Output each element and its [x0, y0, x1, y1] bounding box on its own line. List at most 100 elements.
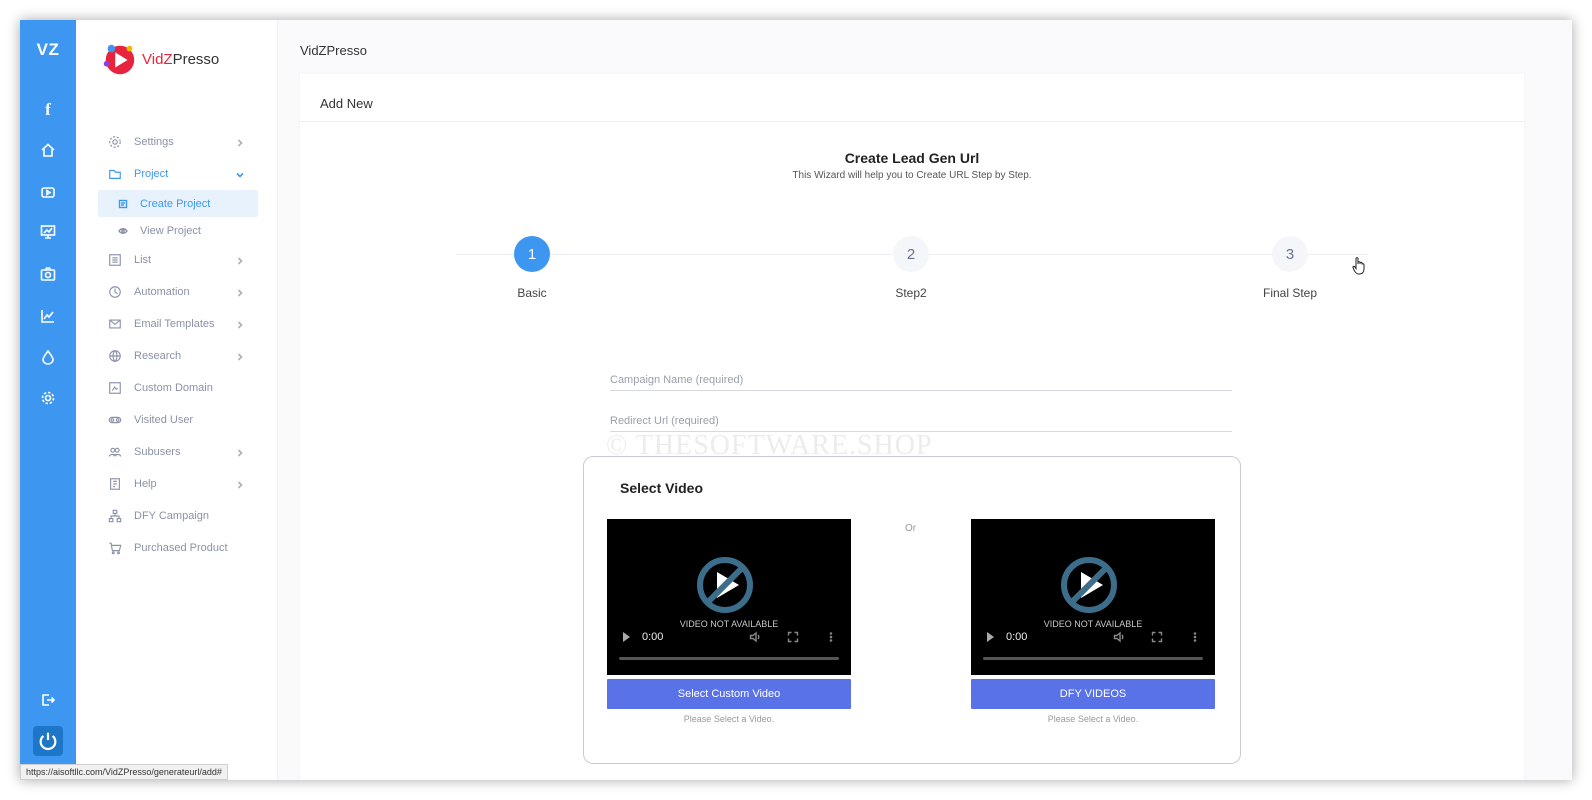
sidebar-item-label: Custom Domain [134, 382, 213, 394]
globe-icon [109, 350, 121, 363]
sidebar-item-settings[interactable]: Settings [98, 126, 258, 158]
eye-icon [118, 227, 128, 234]
video-time: 0:00 [1006, 631, 1028, 643]
envelope-icon [109, 319, 121, 329]
volume-icon[interactable] [1113, 631, 1125, 643]
step-number: 2 [893, 236, 929, 272]
video-controls: 0:00 [623, 630, 837, 644]
settings-gear-icon[interactable] [38, 388, 58, 408]
play-icon[interactable] [987, 632, 994, 642]
facebook-icon[interactable]: f [38, 100, 58, 120]
chevron-right-icon [236, 138, 244, 147]
monitor-chart-icon[interactable] [38, 222, 58, 242]
brand-logo[interactable]: VidZPresso [100, 40, 219, 78]
chevron-down-icon [236, 170, 244, 178]
more-options-icon[interactable] [1189, 631, 1201, 643]
chevron-right-icon [236, 352, 244, 361]
sidebar-item-label: View Project [140, 224, 201, 237]
fullscreen-icon[interactable] [1151, 631, 1163, 643]
select-custom-video-button[interactable]: Select Custom Video [607, 679, 851, 709]
help-icon [110, 478, 120, 490]
select-video-title: Select Video [620, 480, 704, 496]
analytics-icon[interactable] [38, 306, 58, 326]
logout-icon[interactable] [38, 690, 58, 710]
sidebar-item-subusers[interactable]: Subusers [98, 436, 258, 468]
step-number: 1 [514, 236, 550, 272]
volume-icon[interactable] [749, 631, 761, 643]
hand-cursor-icon [1352, 257, 1365, 275]
campaign-name-input[interactable]: Campaign Name (required) [610, 374, 1232, 391]
rail-logo[interactable]: VZ [20, 40, 76, 60]
select-video-panel: Select Video Or VIDEO NOT AVAILABLE 0:00 [583, 456, 1241, 764]
video-controls: 0:00 [987, 630, 1201, 644]
step-step2[interactable]: 2 Step2 [851, 236, 971, 300]
step-label: Step2 [895, 286, 927, 300]
sidebar-item-label: Help [134, 478, 157, 490]
sidebar-item-label: Settings [134, 136, 174, 148]
sidebar-item-label: Project [134, 168, 169, 180]
sidebar-item-label: Visited User [134, 414, 194, 426]
video-progress-bar[interactable] [619, 657, 839, 660]
chevron-right-icon [236, 480, 244, 489]
play-icon[interactable] [623, 632, 630, 642]
video-progress-bar[interactable] [983, 657, 1203, 660]
step-number: 3 [1272, 236, 1308, 272]
sidebar-item-automation[interactable]: Automation [98, 276, 258, 308]
wizard-steps: 1 Basic 2 Step2 3 Final Step [456, 236, 1368, 316]
add-new-card: Add New Create Lead Gen Url This Wizard … [300, 74, 1524, 780]
custom-video-player[interactable]: VIDEO NOT AVAILABLE 0:00 [607, 519, 851, 675]
dfy-video-player[interactable]: VIDEO NOT AVAILABLE 0:00 [971, 519, 1215, 675]
app-window: VZ f VidZPresso Settings Project Create … [20, 20, 1572, 780]
sidebar: VidZPresso Settings Project Create Proje… [76, 20, 278, 780]
sidebar-subitem-view-project[interactable]: View Project [98, 217, 258, 244]
sidebar-item-help[interactable]: Help [98, 468, 258, 500]
dfy-videos-button[interactable]: DFY VIDEOS [971, 679, 1215, 709]
breadcrumb: VidZPresso [300, 43, 367, 58]
create-project-icon [118, 199, 128, 208]
vidzpresso-logo-icon [103, 44, 135, 75]
camera-icon[interactable] [38, 264, 58, 284]
dfy-video-hint: Please Select a Video. [1047, 714, 1139, 724]
drop-icon[interactable] [38, 347, 58, 367]
sidebar-item-label: Automation [134, 286, 190, 298]
sidebar-subitem-create-project[interactable]: Create Project [98, 190, 258, 217]
wizard-subtitle: This Wizard will help you to Create URL … [792, 170, 1032, 181]
project-icon [109, 169, 121, 179]
sidebar-item-visited-user[interactable]: Visited User [98, 404, 258, 436]
video-icon[interactable] [38, 182, 58, 202]
sidebar-item-dfy-campaign[interactable]: DFY Campaign [98, 500, 258, 532]
sidebar-item-custom-domain[interactable]: Custom Domain [98, 372, 258, 404]
sidebar-item-label: Purchased Product [134, 542, 228, 554]
status-bar-url: https://aisoftllc.com/VidZPresso/generat… [20, 764, 228, 780]
or-separator: Or [905, 523, 917, 534]
main-content: VidZPresso Add New Create Lead Gen Url T… [278, 20, 1572, 780]
video-not-available-icon [697, 557, 753, 613]
video-not-available-icon [1061, 557, 1117, 613]
home-icon[interactable] [38, 140, 58, 160]
step-final[interactable]: 3 Final Step [1230, 236, 1350, 300]
fullscreen-icon[interactable] [787, 631, 799, 643]
sidebar-item-label: DFY Campaign [134, 510, 209, 522]
more-options-icon[interactable] [825, 631, 837, 643]
domain-icon [109, 382, 121, 394]
sidebar-item-label: Email Templates [134, 318, 215, 330]
sidebar-item-research[interactable]: Research [98, 340, 258, 372]
sidebar-item-label: List [134, 254, 152, 266]
sidebar-menu: Settings Project Create Project View Pro… [98, 126, 258, 564]
video-not-available-text: VIDEO NOT AVAILABLE [1043, 619, 1143, 629]
list-icon [109, 254, 121, 266]
chevron-right-icon [236, 256, 244, 265]
wizard-title: Create Lead Gen Url [844, 150, 980, 166]
sidebar-item-email-templates[interactable]: Email Templates [98, 308, 258, 340]
cart-icon [109, 542, 122, 555]
chevron-right-icon [236, 448, 244, 457]
sidebar-item-project[interactable]: Project [98, 158, 258, 190]
step-basic[interactable]: 1 Basic [472, 236, 592, 300]
sidebar-item-list[interactable]: List [98, 244, 258, 276]
card-title: Add New [300, 74, 1524, 122]
step-label: Final Step [1262, 286, 1318, 300]
automation-icon [109, 286, 121, 298]
sidebar-item-label: Research [134, 350, 182, 362]
sidebar-item-purchased-product[interactable]: Purchased Product [98, 532, 258, 564]
power-icon[interactable] [33, 726, 63, 756]
